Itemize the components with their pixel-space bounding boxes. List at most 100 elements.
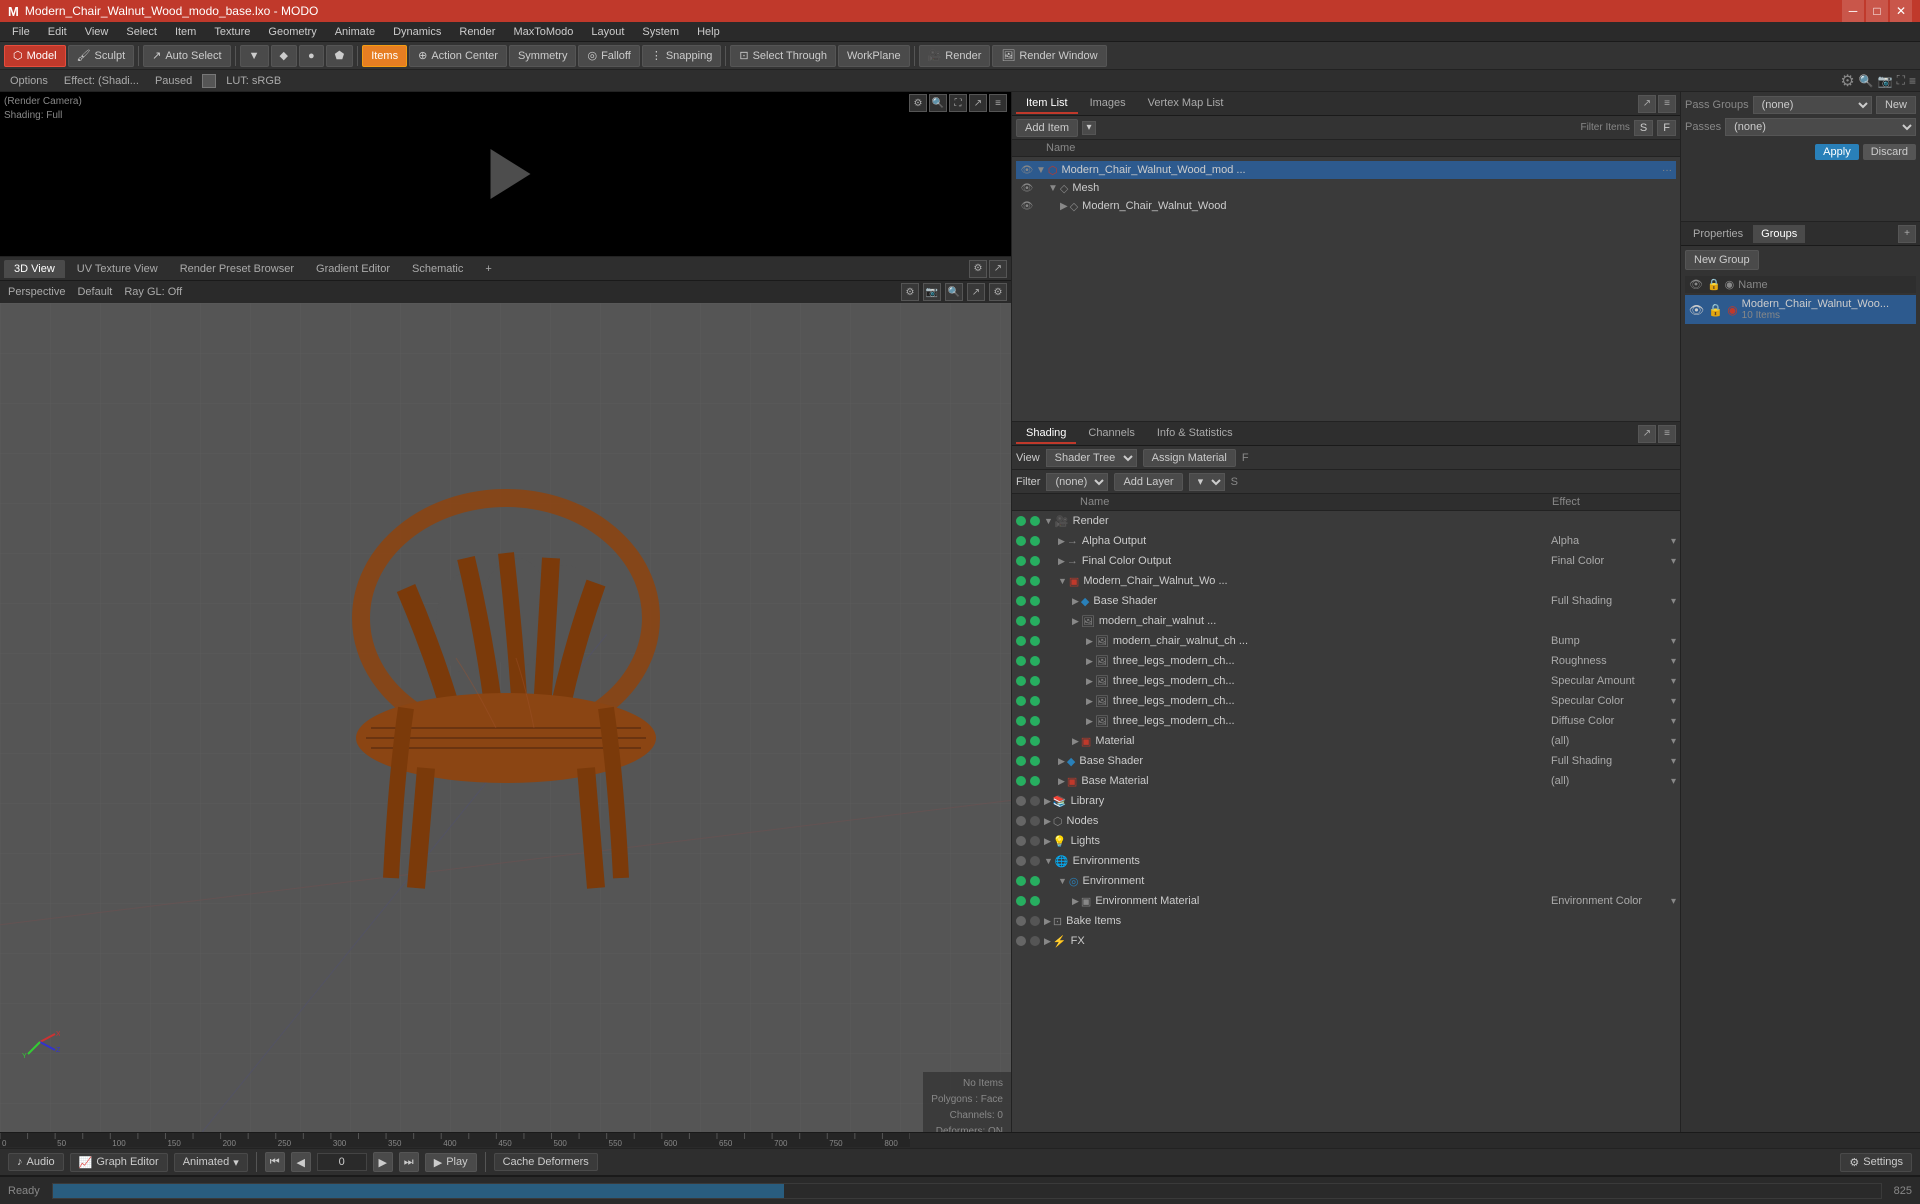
menu-geometry[interactable]: Geometry bbox=[260, 24, 324, 40]
visibility-dot[interactable] bbox=[1016, 936, 1026, 946]
expand-arrow-icon[interactable]: ▶ bbox=[1044, 916, 1051, 927]
visibility-dot[interactable] bbox=[1016, 876, 1026, 886]
effect-dropdown-icon[interactable]: ▾ bbox=[1671, 556, 1676, 567]
visibility-dot[interactable] bbox=[1016, 816, 1026, 826]
tree-expand-arrow[interactable]: ▶ bbox=[1060, 201, 1068, 212]
effect-dropdown-icon[interactable]: ▾ bbox=[1671, 716, 1676, 727]
expand-arrow-icon[interactable]: ▶ bbox=[1072, 616, 1079, 627]
shader-row[interactable]: ▼▣Modern_Chair_Walnut_Wo ... bbox=[1012, 571, 1680, 591]
shape-btn-3[interactable]: ● bbox=[299, 45, 324, 67]
lock-icon[interactable] bbox=[202, 74, 216, 88]
menu-maxtomodo[interactable]: MaxToModo bbox=[505, 24, 581, 40]
layer-visibility-dot[interactable] bbox=[1030, 796, 1040, 806]
options-item[interactable]: Options bbox=[4, 74, 54, 88]
settings-button[interactable]: ⚙ Settings bbox=[1840, 1153, 1912, 1172]
tab-render-preset[interactable]: Render Preset Browser bbox=[170, 260, 304, 278]
filter-f-btn[interactable]: F bbox=[1657, 120, 1676, 136]
shader-row[interactable]: ▶💡Lights bbox=[1012, 831, 1680, 851]
new-group-button[interactable]: New Group bbox=[1685, 250, 1759, 270]
group-eye-icon[interactable]: 👁 bbox=[1689, 303, 1704, 317]
effect-dropdown-icon[interactable]: ▾ bbox=[1671, 736, 1676, 747]
shader-row[interactable]: ▶▣Environment MaterialEnvironment Color▾ bbox=[1012, 891, 1680, 911]
preview-expand-btn[interactable]: ↗ bbox=[969, 94, 987, 112]
visibility-btn[interactable]: 👁 bbox=[1020, 199, 1034, 213]
settings-cog-icon[interactable]: ⚙ bbox=[1840, 71, 1854, 91]
visibility-btn[interactable]: 👁 bbox=[1020, 163, 1034, 177]
tab-channels[interactable]: Channels bbox=[1078, 424, 1144, 444]
list-item[interactable]: 👁 ▼ ⬡ Modern_Chair_Walnut_Wood_mod ... ·… bbox=[1016, 161, 1676, 179]
list-item[interactable]: 👁 ▼ ◇ Mesh bbox=[1016, 179, 1676, 197]
layer-visibility-dot[interactable] bbox=[1030, 596, 1040, 606]
tab-uv-texture[interactable]: UV Texture View bbox=[67, 260, 168, 278]
tab-groups[interactable]: Groups bbox=[1753, 225, 1805, 243]
cache-deformers-button[interactable]: Cache Deformers bbox=[494, 1153, 598, 1171]
layer-visibility-dot[interactable] bbox=[1030, 756, 1040, 766]
tree-expand-arrow[interactable]: ▼ bbox=[1048, 183, 1058, 194]
menu-select[interactable]: Select bbox=[118, 24, 165, 40]
falloff-button[interactable]: ◎ Falloff bbox=[578, 45, 639, 67]
visibility-dot[interactable] bbox=[1016, 736, 1026, 746]
preview-settings-btn[interactable]: ⚙ bbox=[909, 94, 927, 112]
visibility-dot[interactable] bbox=[1016, 676, 1026, 686]
list-item[interactable]: 👁 ▶ ◇ Modern_Chair_Walnut_Wood bbox=[1016, 197, 1676, 215]
effect-dropdown-icon[interactable]: ▾ bbox=[1671, 596, 1676, 607]
goto-start-button[interactable]: ⏮ bbox=[265, 1152, 285, 1172]
expand-arrow-icon[interactable]: ▶ bbox=[1086, 696, 1093, 707]
menu-layout[interactable]: Layout bbox=[583, 24, 632, 40]
layer-visibility-dot[interactable] bbox=[1030, 676, 1040, 686]
tab-add[interactable]: + bbox=[475, 260, 501, 278]
paused-item[interactable]: Paused bbox=[149, 74, 198, 88]
menu-render[interactable]: Render bbox=[451, 24, 503, 40]
viewport-more-btn[interactable]: ⚙ bbox=[989, 283, 1007, 301]
expand-arrow-icon[interactable]: ▼ bbox=[1058, 576, 1067, 586]
layer-visibility-dot[interactable] bbox=[1030, 736, 1040, 746]
add-layer-button[interactable]: Add Layer bbox=[1114, 473, 1182, 491]
expand-arrow-icon[interactable]: ▶ bbox=[1086, 636, 1093, 647]
layer-visibility-dot[interactable] bbox=[1030, 616, 1040, 626]
shader-row[interactable]: ▶◆Base ShaderFull Shading▾ bbox=[1012, 751, 1680, 771]
viewport-3d[interactable]: Perspective Default Ray GL: Off ⚙ 📷 🔍 ↗ … bbox=[0, 281, 1011, 1132]
add-layer-type-select[interactable]: ▾ bbox=[1189, 473, 1225, 491]
item-list-expand-btn[interactable]: ↗ bbox=[1638, 95, 1656, 113]
expand-arrow-icon[interactable]: ▶ bbox=[1072, 596, 1079, 607]
shader-tree-select[interactable]: Shader Tree bbox=[1046, 449, 1137, 467]
frame-input[interactable]: 0 bbox=[317, 1153, 367, 1171]
assign-material-button[interactable]: Assign Material bbox=[1143, 449, 1236, 467]
layer-visibility-dot[interactable] bbox=[1030, 536, 1040, 546]
menu-edit[interactable]: Edit bbox=[40, 24, 75, 40]
render-button[interactable]: 🎥 Render bbox=[919, 45, 991, 67]
shader-row[interactable]: ▶🖼three_legs_modern_ch...Specular Amount… bbox=[1012, 671, 1680, 691]
effect-dropdown-icon[interactable]: ▾ bbox=[1671, 776, 1676, 787]
shader-row[interactable]: ▼🌐Environments bbox=[1012, 851, 1680, 871]
layer-visibility-dot[interactable] bbox=[1030, 856, 1040, 866]
prev-frame-button[interactable]: ◀ bbox=[291, 1152, 311, 1172]
effect-dropdown-icon[interactable]: ▾ bbox=[1671, 896, 1676, 907]
visibility-dot[interactable] bbox=[1016, 916, 1026, 926]
menu-item[interactable]: Item bbox=[167, 24, 204, 40]
layer-visibility-dot[interactable] bbox=[1030, 516, 1040, 526]
tab-schematic[interactable]: Schematic bbox=[402, 260, 473, 278]
shader-row[interactable]: ▶⬡Nodes bbox=[1012, 811, 1680, 831]
expand-arrow-icon[interactable]: ▶ bbox=[1058, 556, 1065, 567]
tab-item-list[interactable]: Item List bbox=[1016, 94, 1078, 114]
expand-arrow-icon[interactable]: ▶ bbox=[1058, 776, 1065, 787]
snapping-button[interactable]: ⋮ Snapping bbox=[642, 45, 722, 67]
viewport-expand-btn[interactable]: ↗ bbox=[967, 283, 985, 301]
preview-search-btn[interactable]: 🔍 bbox=[929, 94, 947, 112]
menu-file[interactable]: File bbox=[4, 24, 38, 40]
shader-row[interactable]: ▼◎Environment bbox=[1012, 871, 1680, 891]
visibility-dot[interactable] bbox=[1016, 536, 1026, 546]
visibility-dot[interactable] bbox=[1016, 696, 1026, 706]
expand-arrow-icon[interactable]: ▼ bbox=[1058, 876, 1067, 886]
effect-dropdown-icon[interactable]: ▾ bbox=[1671, 636, 1676, 647]
add-item-dropdown-btn[interactable]: ▾ bbox=[1082, 121, 1096, 135]
visibility-dot[interactable] bbox=[1016, 796, 1026, 806]
shader-row[interactable]: ▶🖼three_legs_modern_ch...Diffuse Color▾ bbox=[1012, 711, 1680, 731]
layer-visibility-dot[interactable] bbox=[1030, 656, 1040, 666]
audio-button[interactable]: ♪ Audio bbox=[8, 1153, 64, 1171]
action-center-button[interactable]: ⊕ Action Center bbox=[409, 45, 507, 67]
preview-more-btn[interactable]: ≡ bbox=[989, 94, 1007, 112]
visibility-dot[interactable] bbox=[1016, 596, 1026, 606]
effect-dropdown-icon[interactable]: ▾ bbox=[1671, 656, 1676, 667]
work-plane-button[interactable]: WorkPlane bbox=[838, 45, 910, 67]
